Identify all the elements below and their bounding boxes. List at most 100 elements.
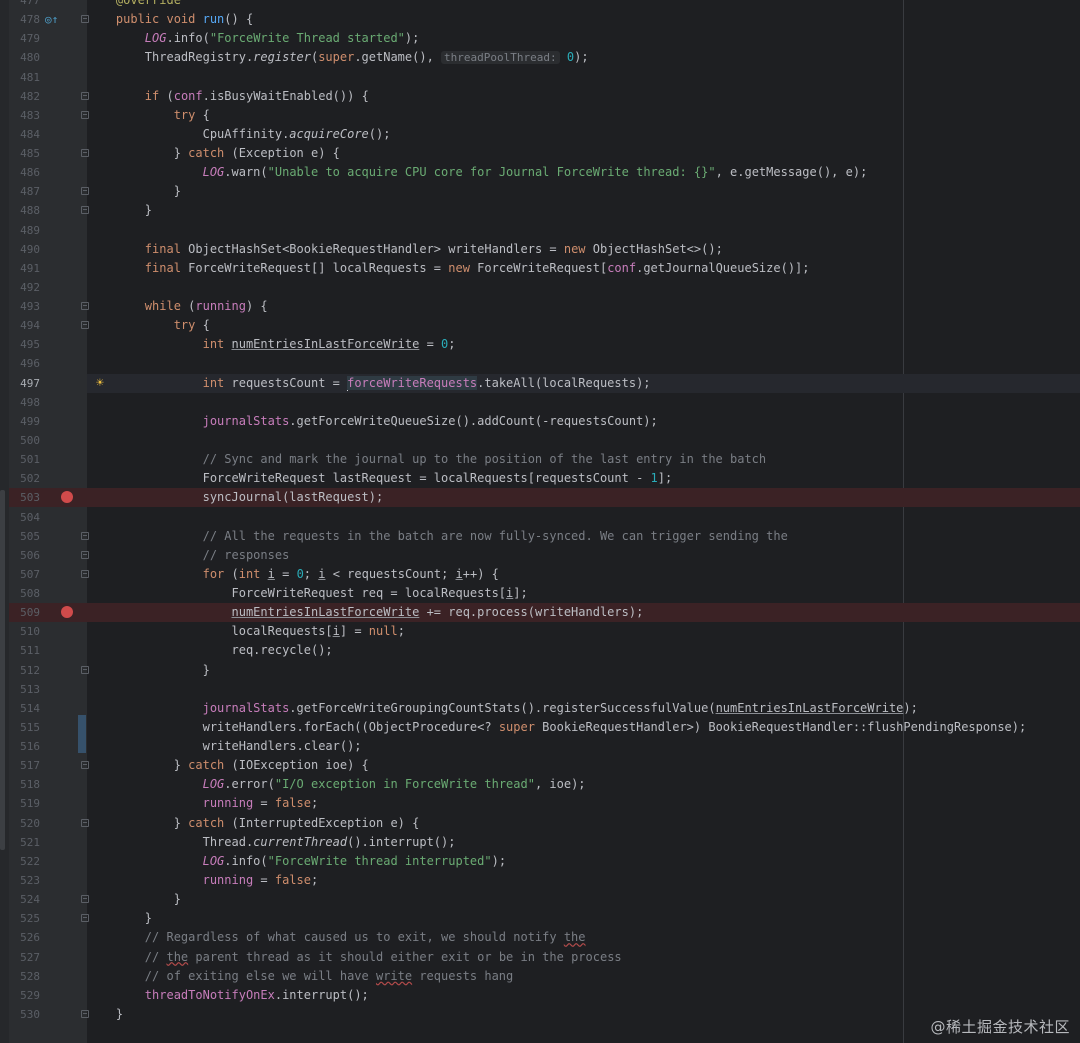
code-line[interactable]: 508 ForceWriteRequest req = localRequest… <box>0 584 1080 603</box>
code-line-text[interactable]: // All the requests in the batch are now… <box>87 527 1080 546</box>
code-line-text[interactable] <box>87 221 1080 240</box>
vcs-change-marker[interactable] <box>78 715 86 753</box>
fold-toggle-icon[interactable] <box>81 550 89 559</box>
fold-toggle-icon[interactable] <box>81 149 89 158</box>
code-line-text[interactable]: } <box>87 661 1080 680</box>
code-line[interactable]: 491 final ForceWriteRequest[] localReque… <box>0 259 1080 278</box>
code-line-text[interactable] <box>87 508 1080 527</box>
code-line-text[interactable]: try { <box>87 106 1080 125</box>
code-line-text[interactable]: LOG.info("ForceWrite thread interrupted"… <box>87 852 1080 871</box>
code-line[interactable]: 485 } catch (Exception e) { <box>0 144 1080 163</box>
code-line[interactable]: 492 <box>0 278 1080 297</box>
code-line[interactable]: 480 ThreadRegistry.register(super.getNam… <box>0 48 1080 67</box>
code-line[interactable]: 478 public void run() {◎↑ <box>0 10 1080 29</box>
code-line[interactable]: 507 for (int i = 0; i < requestsCount; i… <box>0 565 1080 584</box>
code-line[interactable]: 524 } <box>0 890 1080 909</box>
code-line[interactable]: 509 numEntriesInLastForceWrite += req.pr… <box>0 603 1080 623</box>
code-line[interactable]: 484 CpuAffinity.acquireCore(); <box>0 125 1080 144</box>
code-line-text[interactable]: final ObjectHashSet<BookieRequestHandler… <box>87 240 1080 259</box>
fold-toggle-icon[interactable] <box>81 15 89 24</box>
code-line-text[interactable]: writeHandlers.clear(); <box>87 737 1080 756</box>
code-line-text[interactable]: writeHandlers.forEach((ObjectProcedure<?… <box>87 718 1080 737</box>
fold-toggle-icon[interactable] <box>81 818 89 827</box>
code-line[interactable]: 483 try { <box>0 106 1080 125</box>
code-line-text[interactable]: } <box>87 201 1080 220</box>
code-line[interactable]: 520 } catch (InterruptedException e) { <box>0 814 1080 833</box>
code-line-text[interactable]: running = false; <box>87 871 1080 890</box>
code-line-text[interactable]: LOG.warn("Unable to acquire CPU core for… <box>87 163 1080 182</box>
code-line-text[interactable]: for (int i = 0; i < requestsCount; i++) … <box>87 565 1080 584</box>
code-line-text[interactable]: LOG.error("I/O exception in ForceWrite t… <box>87 775 1080 794</box>
code-line-text[interactable]: } <box>87 909 1080 928</box>
code-line[interactable]: 527 // the parent thread as it should ei… <box>0 948 1080 967</box>
code-line[interactable]: 513 <box>0 680 1080 699</box>
code-line[interactable]: 512 } <box>0 661 1080 680</box>
override-method-icon[interactable]: ◎↑ <box>45 10 58 29</box>
code-line[interactable]: 518 LOG.error("I/O exception in ForceWri… <box>0 775 1080 794</box>
code-line[interactable]: 516 writeHandlers.clear(); <box>0 737 1080 756</box>
fold-toggle-icon[interactable] <box>81 895 89 904</box>
code-line-text[interactable] <box>87 680 1080 699</box>
code-line-text[interactable]: running = false; <box>87 794 1080 813</box>
code-line[interactable]: 495 int numEntriesInLastForceWrite = 0; <box>0 335 1080 354</box>
fold-toggle-icon[interactable] <box>81 531 89 540</box>
code-line[interactable]: 504 <box>0 508 1080 527</box>
code-line-text[interactable]: numEntriesInLastForceWrite += req.proces… <box>87 603 1080 623</box>
code-line-text[interactable]: public void run() { <box>87 10 1080 29</box>
code-line[interactable]: 493 while (running) { <box>0 297 1080 316</box>
code-line-text[interactable]: final ForceWriteRequest[] localRequests … <box>87 259 1080 278</box>
code-line[interactable]: 499 journalStats.getForceWriteQueueSize(… <box>0 412 1080 431</box>
code-line[interactable]: 525 } <box>0 909 1080 928</box>
code-line[interactable]: 494 try { <box>0 316 1080 335</box>
fold-toggle-icon[interactable] <box>81 110 89 119</box>
code-line-text[interactable]: threadToNotifyOnEx.interrupt(); <box>87 986 1080 1005</box>
fold-toggle-icon[interactable] <box>81 321 89 330</box>
code-line[interactable]: 501 // Sync and mark the journal up to t… <box>0 450 1080 469</box>
code-line[interactable]: 500 <box>0 431 1080 450</box>
code-line-text[interactable]: ThreadRegistry.register(super.getName(),… <box>87 48 1080 67</box>
code-line[interactable]: 496 <box>0 354 1080 373</box>
fold-toggle-icon[interactable] <box>81 1009 89 1018</box>
code-line[interactable]: 481 <box>0 68 1080 87</box>
code-line-text[interactable]: journalStats.getForceWriteGroupingCountS… <box>87 699 1080 718</box>
code-line[interactable]: 488 } <box>0 201 1080 220</box>
code-line[interactable]: 477 @Override <box>0 0 1080 10</box>
fold-toggle-icon[interactable] <box>81 665 89 674</box>
fold-toggle-icon[interactable] <box>81 187 89 196</box>
code-line-text[interactable] <box>87 354 1080 373</box>
code-line[interactable]: 528 // of exiting else we will have writ… <box>0 967 1080 986</box>
fold-toggle-icon[interactable] <box>81 302 89 311</box>
code-line[interactable]: 505 // All the requests in the batch are… <box>0 527 1080 546</box>
code-line-text[interactable]: } <box>87 182 1080 201</box>
code-line[interactable]: 482 if (conf.isBusyWaitEnabled()) { <box>0 87 1080 106</box>
code-line-text[interactable]: Thread.currentThread().interrupt(); <box>87 833 1080 852</box>
code-line[interactable]: 522 LOG.info("ForceWrite thread interrup… <box>0 852 1080 871</box>
code-line-text[interactable]: try { <box>87 316 1080 335</box>
code-line[interactable]: 523 running = false; <box>0 871 1080 890</box>
code-line-text[interactable]: CpuAffinity.acquireCore(); <box>87 125 1080 144</box>
code-line[interactable]: 497 int requestsCount = forceWriteReques… <box>0 373 1080 393</box>
code-line[interactable]: 498 <box>0 393 1080 412</box>
code-line[interactable]: 486 LOG.warn("Unable to acquire CPU core… <box>0 163 1080 182</box>
code-line[interactable]: 519 running = false; <box>0 794 1080 813</box>
fold-toggle-icon[interactable] <box>81 91 89 100</box>
code-editor[interactable]: 477 @Override 478 public void run() {◎↑ 47… <box>0 0 1080 1043</box>
intention-lightbulb-icon[interactable]: ☀ <box>96 374 104 393</box>
code-line[interactable]: 530 } <box>0 1005 1080 1024</box>
code-line[interactable]: 511 req.recycle(); <box>0 641 1080 660</box>
code-line-text[interactable]: } catch (IOException ioe) { <box>87 756 1080 775</box>
code-line-text[interactable]: journalStats.getForceWriteQueueSize().ad… <box>87 412 1080 431</box>
code-line-text[interactable]: // responses <box>87 546 1080 565</box>
code-line[interactable]: 510 localRequests[i] = null; <box>0 622 1080 641</box>
code-line-text[interactable]: int numEntriesInLastForceWrite = 0; <box>87 335 1080 354</box>
code-line-text[interactable]: } <box>87 890 1080 909</box>
code-line[interactable]: 479 LOG.info("ForceWrite Thread started"… <box>0 29 1080 48</box>
code-line-text[interactable] <box>87 278 1080 297</box>
code-line[interactable]: 490 final ObjectHashSet<BookieRequestHan… <box>0 240 1080 259</box>
code-line-text[interactable]: ForceWriteRequest req = localRequests[i]… <box>87 584 1080 603</box>
fold-toggle-icon[interactable] <box>81 761 89 770</box>
code-line[interactable]: 506 // responses <box>0 546 1080 565</box>
code-line[interactable]: 515 writeHandlers.forEach((ObjectProcedu… <box>0 718 1080 737</box>
code-line-text[interactable]: localRequests[i] = null; <box>87 622 1080 641</box>
code-line[interactable]: 517 } catch (IOException ioe) { <box>0 756 1080 775</box>
